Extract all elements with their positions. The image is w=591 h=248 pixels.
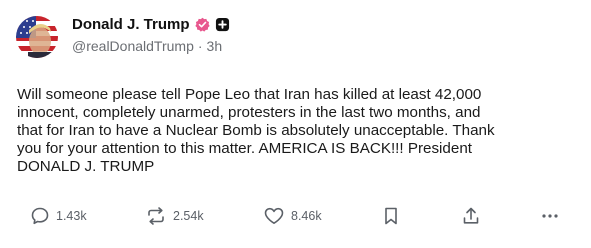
author-name-row: Donald J. Trump <box>72 14 230 34</box>
retruth-count: 2.54k <box>173 209 204 223</box>
repost-arrows-icon <box>148 207 164 225</box>
avatar[interactable] <box>16 16 58 58</box>
bookmark-icon <box>385 207 397 225</box>
more-dots-icon <box>542 214 558 218</box>
like-count: 8.46k <box>291 209 322 223</box>
comment-bubble-icon <box>31 207 49 225</box>
action-bar: 1.43k 2.54k 8.46k <box>0 203 591 229</box>
like-button[interactable]: 8.46k <box>263 203 322 229</box>
author-handle-row: @realDonaldTrump · 3h <box>72 38 222 54</box>
post-timestamp[interactable]: 3h <box>207 38 223 54</box>
bookmark-button[interactable] <box>382 203 400 229</box>
author-display-name[interactable]: Donald J. Trump <box>72 16 190 33</box>
retruth-button[interactable]: 2.54k <box>145 203 204 229</box>
heart-icon <box>264 207 284 224</box>
share-button[interactable] <box>461 203 481 229</box>
more-options-button[interactable] <box>540 203 560 229</box>
post-card: Donald J. Trump @realDonaldTrump · 3h Wi… <box>0 0 591 248</box>
author-handle[interactable]: @realDonaldTrump <box>72 38 194 54</box>
verified-badge-icon <box>194 17 210 32</box>
reply-button[interactable]: 1.43k <box>30 203 87 229</box>
reply-count: 1.43k <box>56 209 87 223</box>
plus-badge-icon <box>215 17 229 31</box>
meta-separator: · <box>197 38 203 54</box>
post-body-text: Will someone please tell Pope Leo that I… <box>17 86 495 175</box>
share-upload-icon <box>463 207 479 224</box>
